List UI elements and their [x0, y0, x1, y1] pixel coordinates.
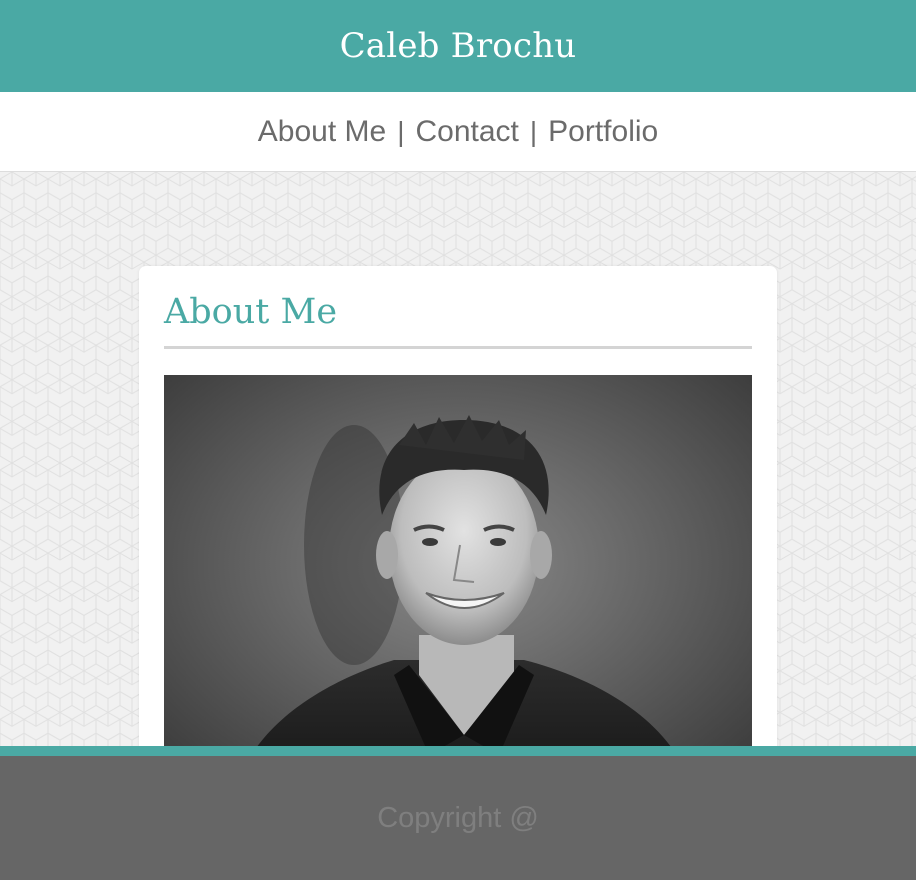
site-footer: Copyright @	[0, 756, 916, 880]
nav-link-about-me[interactable]: About Me	[258, 115, 386, 149]
about-heading: About Me	[164, 292, 338, 332]
site-header: Caleb Brochu	[0, 0, 916, 92]
nav-separator: |	[529, 115, 538, 147]
copyright-text: Copyright @	[377, 801, 539, 834]
nav-link-contact[interactable]: Contact	[415, 115, 518, 149]
content-area[interactable]: About Me	[0, 172, 916, 746]
profile-photo	[164, 375, 752, 746]
heading-divider	[164, 346, 752, 349]
nav-separator: |	[397, 115, 405, 147]
footer-accent-bar	[0, 746, 916, 756]
about-card: About Me	[139, 266, 777, 746]
nav-link-portfolio[interactable]: Portfolio	[548, 115, 658, 149]
site-title: Caleb Brochu	[339, 26, 577, 66]
main-nav: About Me | Contact | Portfolio	[0, 92, 916, 172]
